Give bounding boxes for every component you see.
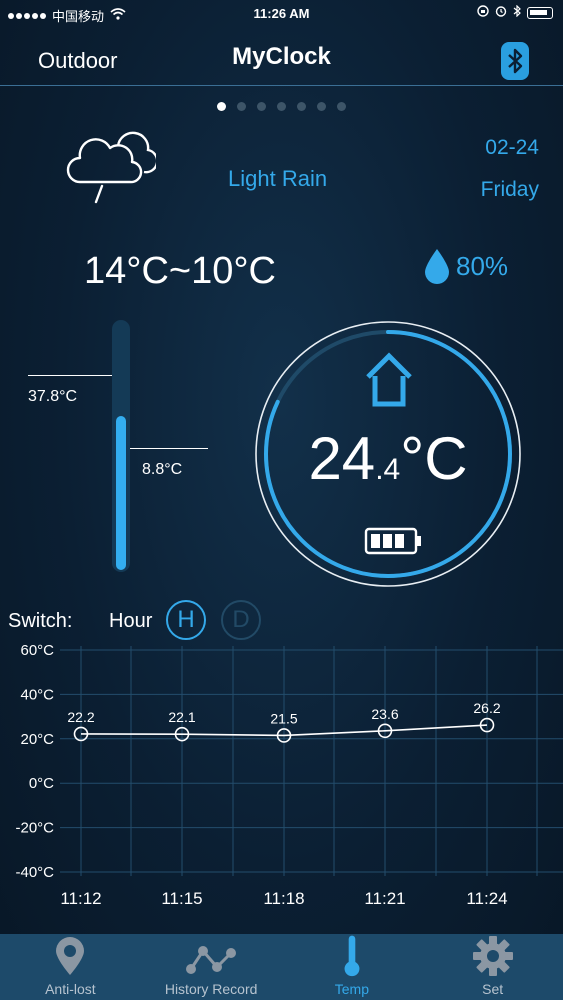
y-tick-label: -40°C	[15, 864, 54, 881]
status-right	[477, 4, 553, 20]
indoor-temp-integer: 24	[308, 425, 376, 492]
bluetooth-button[interactable]	[501, 42, 529, 80]
tab-label: Temp	[334, 981, 369, 997]
status-bar: 中国移动 11:26 AM	[0, 0, 563, 28]
weather-description: Light Rain	[228, 166, 328, 191]
y-tick-label: -20°C	[15, 820, 54, 837]
water-drop-icon	[425, 249, 449, 284]
gear-icon	[472, 936, 513, 976]
data-label: 22.2	[67, 709, 94, 725]
humidity-value: 80%	[456, 250, 509, 281]
alarm-icon	[495, 5, 507, 20]
page-dot[interactable]	[337, 102, 346, 111]
min-reference-line	[130, 448, 208, 449]
indoor-temp-decimal: .4	[375, 453, 401, 486]
tab-temp[interactable]: Temp	[282, 934, 423, 1000]
y-tick-label: 60°C	[20, 644, 54, 659]
line-graph-icon	[186, 946, 237, 974]
min-temp-label: 8.8°C	[142, 461, 183, 478]
tab-label: Anti-lost	[45, 981, 96, 997]
page-indicator[interactable]	[0, 102, 563, 111]
bluetooth-status-icon	[513, 4, 521, 20]
tab-label: Set	[482, 981, 504, 997]
date-label: 02-24	[485, 136, 539, 159]
header: Outdoor MyClock	[0, 32, 563, 86]
data-label: 22.1	[168, 709, 195, 725]
indoor-temp-unit: °C	[400, 425, 468, 492]
x-tick-label: 11:24	[466, 889, 507, 908]
max-temp-label: 37.8°C	[28, 388, 78, 405]
indoor-temperature: 24.4°C	[254, 424, 522, 493]
switch-label: Switch:	[8, 610, 73, 632]
x-tick-label: 11:18	[263, 889, 304, 908]
page-dot[interactable]	[257, 102, 266, 111]
humidity: 80%	[422, 248, 508, 284]
thermometer-icon	[344, 935, 360, 977]
lock-rotation-icon	[477, 5, 489, 20]
bluetooth-icon	[508, 48, 523, 74]
x-tick-label: 11:12	[60, 889, 101, 908]
page-dot[interactable]	[217, 102, 226, 111]
day-button[interactable]: D	[221, 600, 261, 640]
data-label: 26.2	[473, 700, 500, 716]
tab-set[interactable]: Set	[422, 934, 563, 1000]
y-tick-label: 0°C	[29, 775, 54, 792]
thermometer-fill	[116, 416, 126, 570]
page-dot[interactable]	[317, 102, 326, 111]
data-label: 23.6	[371, 706, 398, 722]
switch-mode-label: Hour	[109, 610, 153, 632]
page-dot[interactable]	[237, 102, 246, 111]
page-title: MyClock	[232, 43, 331, 70]
x-tick-label: 11:15	[161, 889, 202, 908]
battery-icon	[364, 526, 424, 561]
page-dot[interactable]	[277, 102, 286, 111]
x-tick-label: 11:21	[364, 889, 405, 908]
y-tick-label: 40°C	[20, 686, 54, 703]
home-icon	[364, 350, 414, 413]
temperature-range: 14°C~10°C	[84, 250, 277, 292]
weekday-label: Friday	[480, 178, 539, 201]
page-dot[interactable]	[297, 102, 306, 111]
tab-anti-lost[interactable]: Anti-lost	[0, 934, 141, 1000]
hour-button[interactable]: H	[166, 600, 206, 640]
battery-status-icon	[527, 6, 553, 19]
y-tick-label: 20°C	[20, 731, 54, 748]
max-reference-line	[28, 375, 112, 376]
data-label: 21.5	[270, 710, 297, 726]
tab-label: History Record	[164, 981, 258, 997]
tab-bar: Anti-lost History Record Temp Set	[0, 934, 563, 1000]
cloud-rain-icon	[66, 124, 159, 213]
location-pin-icon	[56, 937, 85, 975]
temperature-chart: 60°C 40°C 20°C 0°C -20°C -40°C 11:12 11:15 11:18…	[15, 644, 563, 908]
tab-history-record[interactable]: History Record	[141, 934, 282, 1000]
